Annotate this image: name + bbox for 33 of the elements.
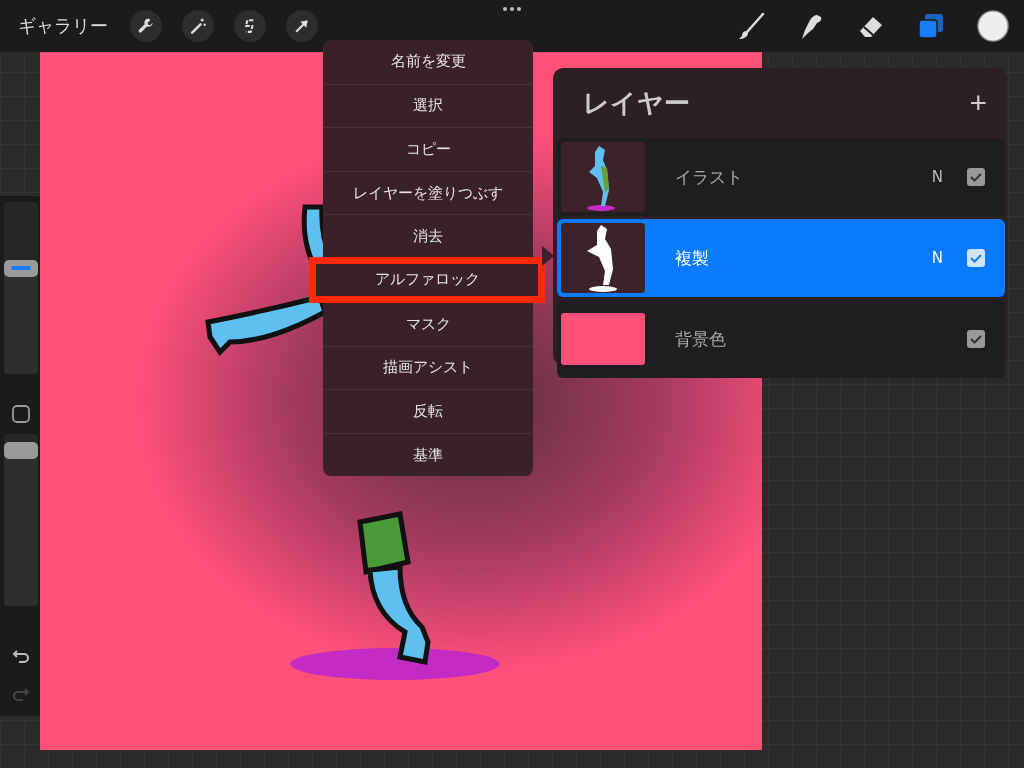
panel-title: レイヤー — [583, 86, 690, 120]
color-swatch[interactable] — [976, 9, 1010, 43]
menu-item[interactable]: コピー — [323, 127, 533, 171]
menu-item[interactable]: レイヤーを塗りつぶす — [323, 170, 533, 215]
layer-row[interactable]: イラスト N — [557, 138, 1005, 216]
menu-item[interactable]: マスク — [323, 301, 533, 346]
brush-size-slider[interactable] — [4, 202, 38, 374]
menu-item[interactable]: アルファロック — [309, 256, 545, 303]
slider-handle[interactable] — [4, 441, 38, 459]
menu-item[interactable]: 描画アシスト — [323, 345, 533, 390]
slider-handle[interactable] — [4, 259, 38, 277]
layer-name: 背景色 — [675, 327, 727, 351]
layer-name: 複製 — [675, 246, 710, 270]
layer-row[interactable]: 複製 N — [557, 219, 1005, 297]
gallery-button[interactable]: ギャラリー — [18, 14, 108, 38]
menu-item[interactable]: 反転 — [323, 389, 533, 433]
menu-item[interactable]: 基準 — [323, 432, 533, 477]
magic-wand-icon[interactable] — [182, 10, 214, 42]
blend-mode-label[interactable]: N — [931, 168, 943, 186]
visibility-checkbox[interactable] — [967, 168, 985, 186]
menu-item[interactable]: 選択 — [323, 83, 533, 128]
blend-mode-label[interactable]: N — [931, 249, 943, 267]
more-icon[interactable] — [502, 6, 522, 12]
wrench-icon[interactable] — [130, 10, 162, 42]
layer-row[interactable]: 背景色 — [557, 300, 1005, 378]
add-layer-button[interactable]: + — [969, 86, 987, 120]
menu-item[interactable]: 名前を変更 — [323, 40, 533, 84]
visibility-checkbox[interactable] — [967, 330, 985, 348]
selection-icon[interactable] — [234, 10, 266, 42]
visibility-checkbox[interactable] — [967, 249, 985, 267]
modify-square-icon[interactable] — [11, 404, 31, 424]
layers-icon[interactable] — [916, 11, 946, 41]
layer-name: イラスト — [675, 165, 744, 189]
